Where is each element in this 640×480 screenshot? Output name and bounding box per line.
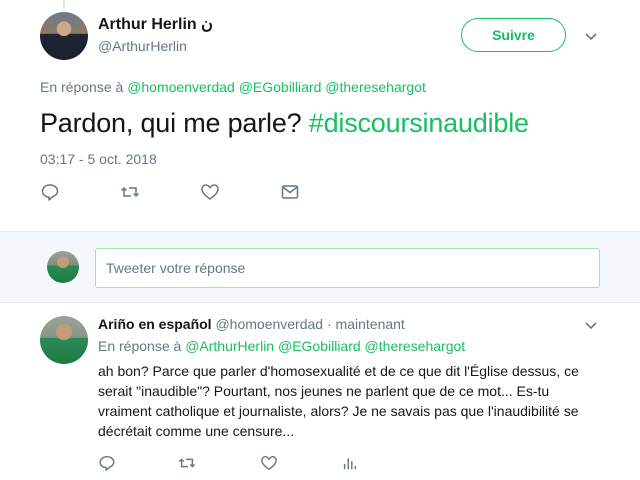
follow-button[interactable]: Suivre xyxy=(461,18,566,52)
current-user-avatar[interactable] xyxy=(47,251,79,283)
tweet-timestamp[interactable]: 03:17 - 5 oct. 2018 xyxy=(40,151,157,167)
retweet-icon[interactable] xyxy=(120,182,140,202)
reply-author-name[interactable]: Ariño en español xyxy=(98,316,212,332)
chevron-down-icon[interactable] xyxy=(583,28,599,44)
analytics-icon[interactable] xyxy=(341,454,359,472)
message-icon[interactable] xyxy=(280,182,300,202)
reply-time[interactable]: maintenant xyxy=(336,316,405,332)
reply-input[interactable]: Tweeter votre réponse xyxy=(95,248,600,288)
tweet-text: Pardon, qui me parle? #discoursinaudible xyxy=(40,108,529,138)
reply-icon[interactable] xyxy=(40,182,60,202)
like-icon[interactable] xyxy=(200,182,220,202)
reply-author-handle[interactable]: @homoenverdad xyxy=(215,316,323,332)
main-tweet: Arthur Herlin ن @ArthurHerlin Suivre En … xyxy=(0,0,640,230)
reply-text: ah bon? Parce que parler d'homosexualité… xyxy=(98,363,579,439)
retweet-icon[interactable] xyxy=(178,454,196,472)
like-icon[interactable] xyxy=(260,454,278,472)
separator-dot: · xyxy=(326,316,332,332)
author-handle[interactable]: @ArthurHerlin xyxy=(98,38,187,54)
reply-context: En réponse à @homoenverdad @EGobilliard … xyxy=(40,79,426,95)
reply-icon[interactable] xyxy=(98,454,116,472)
hashtag-link[interactable]: #discoursinaudible xyxy=(309,108,529,138)
reply-avatar[interactable] xyxy=(40,316,88,364)
reply-input-placeholder: Tweeter votre réponse xyxy=(106,260,246,276)
author-badge: ن xyxy=(201,16,213,33)
reply-header: Ariño en español @homoenverdad · mainten… xyxy=(98,316,405,332)
reply-mentions[interactable]: @homoenverdad @EGobilliard @theresehargo… xyxy=(127,79,426,95)
avatar[interactable] xyxy=(40,12,88,60)
reply-context: En réponse à @ArthurHerlin @EGobilliard … xyxy=(98,338,466,354)
reply-composer: Tweeter votre réponse xyxy=(0,231,640,303)
reply-mentions[interactable]: @ArthurHerlin @EGobilliard @theresehargo… xyxy=(185,338,465,354)
thread-line xyxy=(63,0,65,8)
reply-tweet[interactable]: Ariño en español @homoenverdad · mainten… xyxy=(0,304,640,480)
chevron-down-icon[interactable] xyxy=(583,317,599,333)
author-name[interactable]: Arthur Herlin ن xyxy=(98,14,213,34)
